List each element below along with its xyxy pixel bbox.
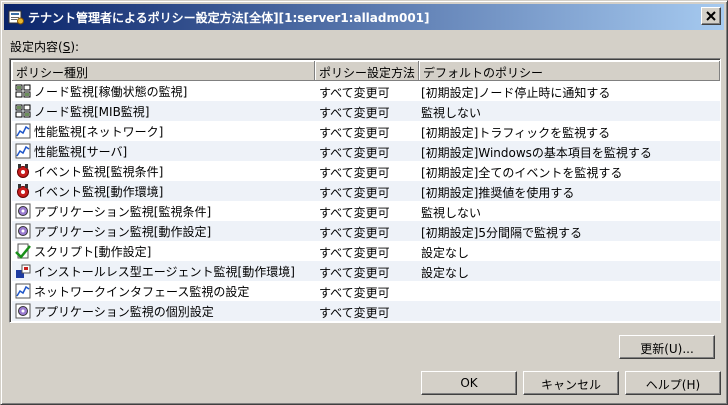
settings-content-label-suffix: ): xyxy=(70,40,80,54)
default-policy-cell: [初期設定]5分間隔で監視する xyxy=(421,226,582,240)
title-bar[interactable]: テナント管理者によるポリシー設定方法[全体][1:server1:alladm0… xyxy=(4,4,724,30)
default-policy-cell xyxy=(419,301,720,321)
policy-type-text: 性能監視[ネットワーク] xyxy=(34,125,164,139)
policy-settings-dialog: テナント管理者によるポリシー設定方法[全体][1:server1:alladm0… xyxy=(0,0,728,405)
policy-type-cell: イベント監視[動作環境] xyxy=(12,181,315,201)
policy-method-cell: すべて変更可 xyxy=(319,86,390,100)
table-row[interactable]: アプリケーション監視[動作設定] すべて変更可 [初期設定]5分間隔で監視する xyxy=(12,221,720,241)
table-row[interactable]: ネットワークインタフェース監視の設定 すべて変更可 xyxy=(12,281,720,301)
settings-content-label-text: 設定内容( xyxy=(10,40,63,54)
column-header-policy-type[interactable]: ポリシー種別 xyxy=(12,61,315,81)
application-monitor-icon xyxy=(15,303,31,319)
policy-type-cell: ノード監視[稼働状態の監視] xyxy=(12,81,315,101)
column-header-policy-method[interactable]: ポリシー設定方法 xyxy=(315,61,419,81)
policy-method-cell: すべて変更可 xyxy=(319,126,390,140)
policy-type-cell: アプリケーション監視の個別設定 xyxy=(12,301,315,321)
policy-method-cell: すべて変更可 xyxy=(319,206,390,220)
event-monitor-icon xyxy=(17,164,29,178)
policy-method-cell: すべて変更可 xyxy=(319,286,390,300)
default-policy-cell: [初期設定]Windowsの基本項目を監視する xyxy=(421,146,652,160)
default-policy-cell: 監視しない xyxy=(421,206,482,220)
policy-type-cell: 性能監視[サーバ] xyxy=(12,141,315,161)
application-monitor-icon xyxy=(15,203,31,219)
default-policy-cell: 設定なし xyxy=(421,266,470,280)
default-policy-cell: 設定なし xyxy=(421,246,470,260)
table-row[interactable]: アプリケーション監視の個別設定 すべて変更可 xyxy=(12,301,720,321)
table-row[interactable]: ノード監視[MIB監視] すべて変更可 監視しない xyxy=(12,101,720,121)
policy-method-cell: すべて変更可 xyxy=(319,266,390,280)
policy-type-cell: スクリプト[動作設定] xyxy=(12,241,315,261)
table-row[interactable]: アプリケーション監視[監視条件] すべて変更可 監視しない xyxy=(12,201,720,221)
default-policy-cell: [初期設定]全てのイベントを監視する xyxy=(421,166,623,180)
table-row[interactable]: 性能監視[ネットワーク] すべて変更可 [初期設定]トラフィックを監視する xyxy=(12,121,720,141)
table-row[interactable]: イベント監視[動作環境] すべて変更可 [初期設定]推奨値を使用する xyxy=(12,181,720,201)
list-rows: ノード監視[稼働状態の監視] すべて変更可 [初期設定]ノード停止時に通知する ノード… xyxy=(12,81,720,321)
policy-list[interactable]: ポリシー種別 ポリシー設定方法 デフォルトのポリシー ノード監視[稼働状態の監視… xyxy=(9,58,721,323)
list-header: ポリシー種別 ポリシー設定方法 デフォルトのポリシー xyxy=(12,61,720,81)
column-header-default-policy[interactable]: デフォルトのポリシー xyxy=(419,61,720,81)
performance-chart-icon xyxy=(15,143,31,159)
default-policy-cell: [初期設定]推奨値を使用する xyxy=(421,186,575,200)
close-icon xyxy=(706,11,716,21)
policy-type-text: ノード監視[MIB監視] xyxy=(34,105,150,119)
policy-type-text: イベント監視[監視条件] xyxy=(34,165,164,179)
close-button[interactable] xyxy=(701,7,721,25)
cancel-button[interactable]: キャンセル xyxy=(523,371,619,395)
event-monitor-icon xyxy=(17,184,29,198)
policy-type-cell: アプリケーション監視[動作設定] xyxy=(12,221,315,241)
policy-type-text: スクリプト[動作設定] xyxy=(34,245,152,259)
policy-type-text: 性能監視[サーバ] xyxy=(34,145,128,159)
default-policy-cell: [初期設定]ノード停止時に通知する xyxy=(421,86,611,100)
policy-method-cell: すべて変更可 xyxy=(319,186,390,200)
policy-type-text: インストールレス型エージェント監視[動作環境] xyxy=(34,265,295,279)
policy-type-cell: イベント監視[監視条件] xyxy=(12,161,315,181)
policy-method-cell: すべて変更可 xyxy=(319,246,390,260)
settings-content-label: 設定内容(S): xyxy=(10,38,79,55)
policy-type-text: ノード監視[稼働状態の監視] xyxy=(34,85,188,99)
policy-method-cell: すべて変更可 xyxy=(319,146,390,160)
policy-method-cell: すべて変更可 xyxy=(319,306,390,320)
policy-type-text: イベント監視[動作環境] xyxy=(34,185,164,199)
window-title: テナント管理者によるポリシー設定方法[全体][1:server1:alladm0… xyxy=(28,11,430,25)
ok-button[interactable]: OK xyxy=(421,371,517,395)
policy-method-cell: すべて変更可 xyxy=(319,106,390,120)
table-row[interactable]: 性能監視[サーバ] すべて変更可 [初期設定]Windowsの基本項目を監視する xyxy=(12,141,720,161)
policy-type-text: アプリケーション監視[監視条件] xyxy=(34,205,212,219)
script-icon xyxy=(15,243,31,259)
policy-type-cell: 性能監視[ネットワーク] xyxy=(12,121,315,141)
performance-chart-icon xyxy=(15,283,31,299)
table-row[interactable]: ノード監視[稼働状態の監視] すべて変更可 [初期設定]ノード停止時に通知する xyxy=(12,81,720,101)
application-monitor-icon xyxy=(15,223,31,239)
node-monitor-icon xyxy=(15,84,31,98)
policy-type-cell: ネットワークインタフェース監視の設定 xyxy=(12,281,315,301)
policy-method-cell: すべて変更可 xyxy=(319,226,390,240)
help-button[interactable]: ヘルプ(H) xyxy=(625,371,721,395)
node-monitor-icon xyxy=(15,104,31,118)
default-policy-cell: 監視しない xyxy=(421,106,482,120)
table-row[interactable]: スクリプト[動作設定] すべて変更可 設定なし xyxy=(12,241,720,261)
table-row[interactable]: インストールレス型エージェント監視[動作環境] すべて変更可 設定なし xyxy=(12,261,720,281)
policy-type-cell: インストールレス型エージェント監視[動作環境] xyxy=(12,261,315,281)
policy-type-text: アプリケーション監視[動作設定] xyxy=(34,225,212,239)
table-row[interactable]: イベント監視[監視条件] すべて変更可 [初期設定]全てのイベントを監視する xyxy=(12,161,720,181)
policy-icon xyxy=(8,10,24,25)
default-policy-cell xyxy=(419,281,720,301)
update-button[interactable]: 更新(U)... xyxy=(619,335,715,359)
policy-type-text: アプリケーション監視の個別設定 xyxy=(34,305,214,319)
policy-type-cell: アプリケーション監視[監視条件] xyxy=(12,201,315,221)
policy-type-text: ネットワークインタフェース監視の設定 xyxy=(34,285,250,299)
performance-chart-icon xyxy=(15,123,31,139)
default-policy-cell: [初期設定]トラフィックを監視する xyxy=(421,126,611,140)
policy-method-cell: すべて変更可 xyxy=(319,166,390,180)
policy-type-cell: ノード監視[MIB監視] xyxy=(12,101,315,121)
agentless-monitor-icon xyxy=(16,264,31,278)
